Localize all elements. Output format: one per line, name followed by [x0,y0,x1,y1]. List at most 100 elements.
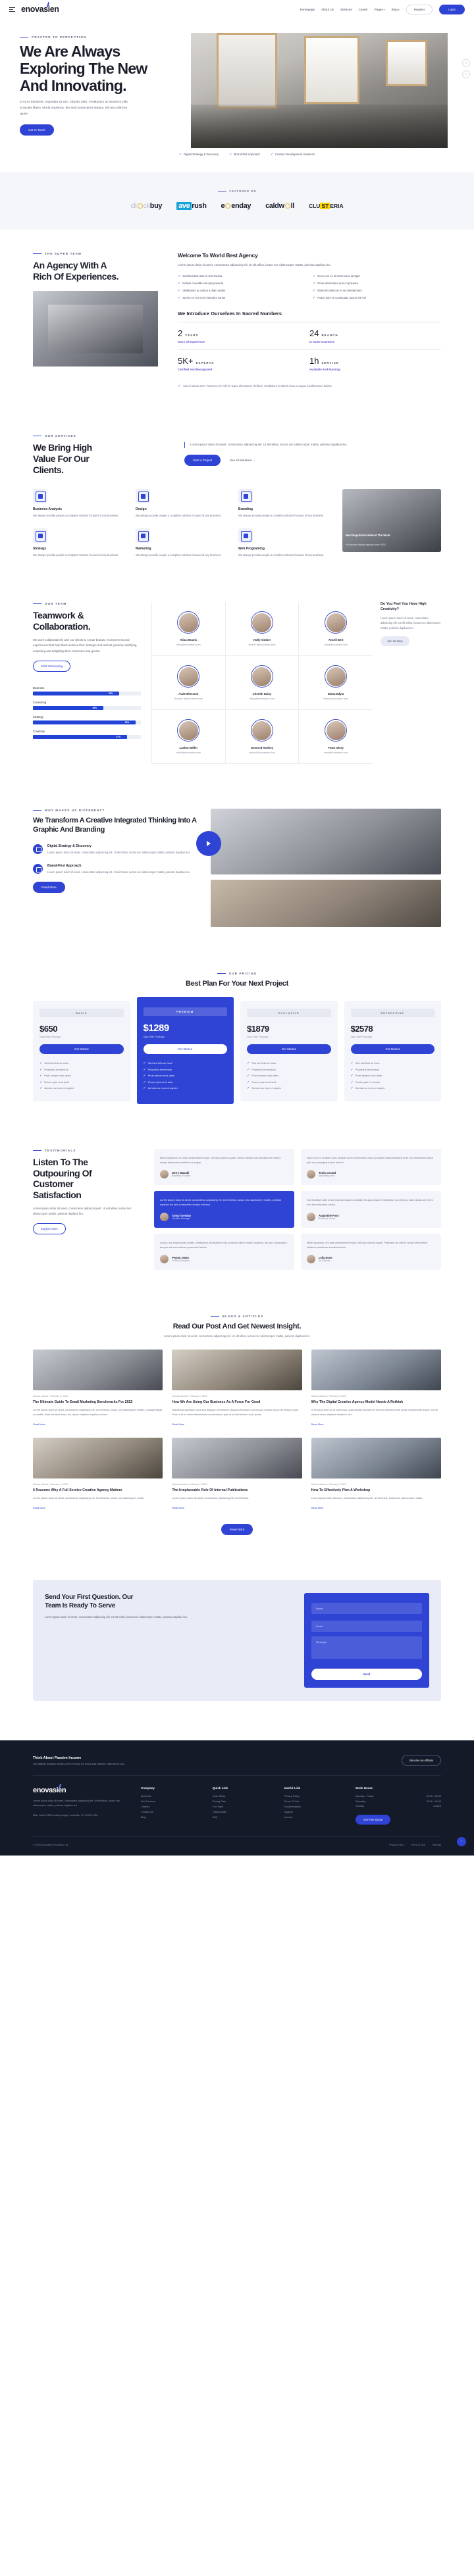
message-field[interactable] [311,1636,422,1659]
check-icon: ✓ [178,282,181,286]
avatar [160,1212,169,1221]
blog-post-card[interactable]: Hamza Jacobs • February 3, 2023 How To E… [311,1438,441,1512]
hero-carousel-controls: ‹ › [462,59,470,78]
eyebrow-line-icon [210,1316,219,1317]
about-check-item: ✓ Sed et ex non eros interdum varius [178,296,226,301]
why-item: Brand-First Approach Lorem ipsum dolor s… [33,864,198,874]
email-field[interactable] [311,1621,422,1632]
post-read-more-link[interactable]: Read More [311,1507,324,1509]
team-side-panel: Do You Feel You Have High Creativity? Lo… [373,602,441,764]
blog-read-more-button[interactable]: Read More [221,1524,253,1536]
nav-item-services[interactable]: Services [340,8,352,11]
blog-post-card[interactable]: Hamza Jacobs • February 3, 2023 6 Reason… [33,1438,163,1512]
footer-brand: enovasien Lorem ipsum dolor sit amet, co… [33,1784,132,1825]
name-field[interactable] [311,1603,422,1615]
footer-link[interactable]: Our Team [213,1805,275,1810]
plan-cta-button[interactable]: Get Started [40,1044,124,1055]
nav-item-pages[interactable]: Pages▾ [375,8,385,11]
plan-cta-button[interactable]: Get Started [247,1044,331,1055]
plan-price: $2578 [350,1024,373,1034]
blog-post-card[interactable]: Hamza Jacobs • February 3, 2023 The Ulti… [33,1350,163,1428]
hero-cta-button[interactable]: Get In Touch [20,124,54,136]
plan-period: Start With Package [247,1036,269,1039]
plan-cta-button[interactable]: Get Started [350,1044,434,1055]
footer-link[interactable]: FAQ [213,1815,275,1821]
brand-logo[interactable]: enovasien [21,1,59,14]
featured-logo-row: cli ck buy ave rush e enday caldw ll CLU ST ERI… [0,201,474,210]
footer-link[interactable]: Terms Of Use [284,1800,346,1805]
avatar [177,665,200,688]
join-us-button[interactable]: Join Us Now [381,636,409,646]
post-read-more-link[interactable]: Read More [311,1423,324,1426]
explore-more-button[interactable]: Explore More [33,1223,66,1235]
why-read-more-button[interactable]: Read More [33,881,65,893]
plan-feature: ✓ Aenean ac nunc ut sapien [351,1086,435,1092]
plan-tag: PREMIUM [143,1007,227,1017]
skill-progress-bar: 80% [33,691,141,695]
services-photo-title: Best Reputation Behind The Work [346,533,390,537]
carousel-next-icon[interactable]: › [462,70,470,78]
blog-post-card[interactable]: Hamza Jacobs • February 3, 2023 The Irre… [172,1438,302,1512]
login-button[interactable]: Login [439,4,465,14]
hero-feature-list: ✓ Digital Strategy & Discovery ✓ Brand-fir… [0,153,474,157]
post-read-more-link[interactable]: Read More [172,1507,184,1509]
hero-copy: CRAFTED TO PERFECTION We Are Always Expl… [0,36,198,136]
footer-link[interactable]: Careers [141,1805,203,1810]
team-side-title: Do You Feel You Have High Creativity? [381,602,427,611]
footer-link[interactable]: Pricing Plan [213,1800,275,1805]
nav-item-homepage[interactable]: Homepage [300,8,315,11]
get-free-quote-button[interactable]: Get Free Quote [356,1815,391,1825]
post-read-more-link[interactable]: Read More [172,1423,184,1426]
footer-link[interactable]: Our Services [141,1800,203,1805]
blog-post-card[interactable]: Hamza Jacobs • February 3, 2023 How We A… [172,1350,302,1428]
logo-clickbuy: cli ck buy [130,201,163,210]
footer-link[interactable]: Testimonials [213,1810,275,1815]
page-root: enovasien Homepage About Us Services Car… [0,0,474,1856]
plan-feature: ✓ Phasellus fermentum [351,1067,435,1074]
footer-link[interactable]: Case Study [213,1794,275,1800]
footer-bottom-link[interactable]: Sitemap [433,1844,441,1846]
footer-logo[interactable]: enovasien [33,1784,132,1794]
check-icon: ✓ [247,1067,250,1072]
post-read-more-link[interactable]: Read More [33,1507,45,1509]
start-onboarding-button[interactable]: Start Onboarding [33,660,71,672]
blog-post-card[interactable]: Hamza Jacobs • February 3, 2023 Why The … [311,1350,441,1428]
start-project-button[interactable]: Start A Project [184,454,221,466]
blog-posts: Hamza Jacobs • February 3, 2023 The Ulti… [33,1350,441,1512]
footer-link[interactable]: Blog [141,1815,203,1821]
nav-item-about[interactable]: About Us [321,8,334,11]
stat-item: 5K+ EXPERTS Certified And Recognized [178,349,309,377]
scroll-to-top-button[interactable]: ↑ [457,1837,466,1847]
see-all-solutions-link[interactable]: See All Solutions → [230,459,255,462]
footer-link[interactable]: Privacy Policy [284,1794,346,1800]
become-affiliate-button[interactable]: Become an Affiliate [402,1755,441,1767]
logo-clusteria: CLU ST ERIA [308,202,344,209]
register-button[interactable]: Register [406,4,433,14]
footer-bottom-link[interactable]: Privacy Policy [389,1844,404,1846]
carousel-prev-icon[interactable]: ‹ [462,59,470,67]
plan-feature: ✓ Phasellus fermentum [144,1067,228,1074]
chevron-down-icon: ▾ [398,7,400,11]
why-section: WHY MAKES US DIFFERENT? We Transform A C… [0,786,474,949]
play-icon [207,841,211,847]
stat-item: 1h SERVICE Available And Running [309,349,441,377]
nav-item-career[interactable]: Career [359,8,368,11]
services-photo-sub: Full service design agency since 2003 [346,543,386,546]
avatar [160,1255,169,1264]
blog-section: BLOGS & ARTICLES Read Our Post And Get N… [0,1292,474,1557]
nav-item-blog[interactable]: Blog▾ [392,8,400,11]
footer-link[interactable]: License [284,1815,346,1821]
testimonial-card-highlight: Lorem ipsum dolor sit amet, consectetur … [154,1191,294,1228]
post-read-more-link[interactable]: Read More [33,1423,45,1426]
menu-icon[interactable] [9,7,15,12]
send-button[interactable]: Send [311,1669,422,1680]
testimonials-columns: Morbi maximus, leo sed consectetur tempo… [154,1148,441,1271]
why-eyebrow: WHY MAKES US DIFFERENT? [33,809,198,812]
footer-link[interactable]: Documentation [284,1805,346,1810]
footer-link[interactable]: Support [284,1810,346,1815]
plan-feature: ✓ Donec quis mi at ante [247,1080,331,1086]
footer-bottom-link[interactable]: Terms of Use [411,1844,425,1846]
plan-cta-button[interactable]: Get Started [143,1044,227,1055]
footer-link[interactable]: About Us [141,1794,203,1800]
footer-link[interactable]: Contact Us [141,1810,203,1815]
